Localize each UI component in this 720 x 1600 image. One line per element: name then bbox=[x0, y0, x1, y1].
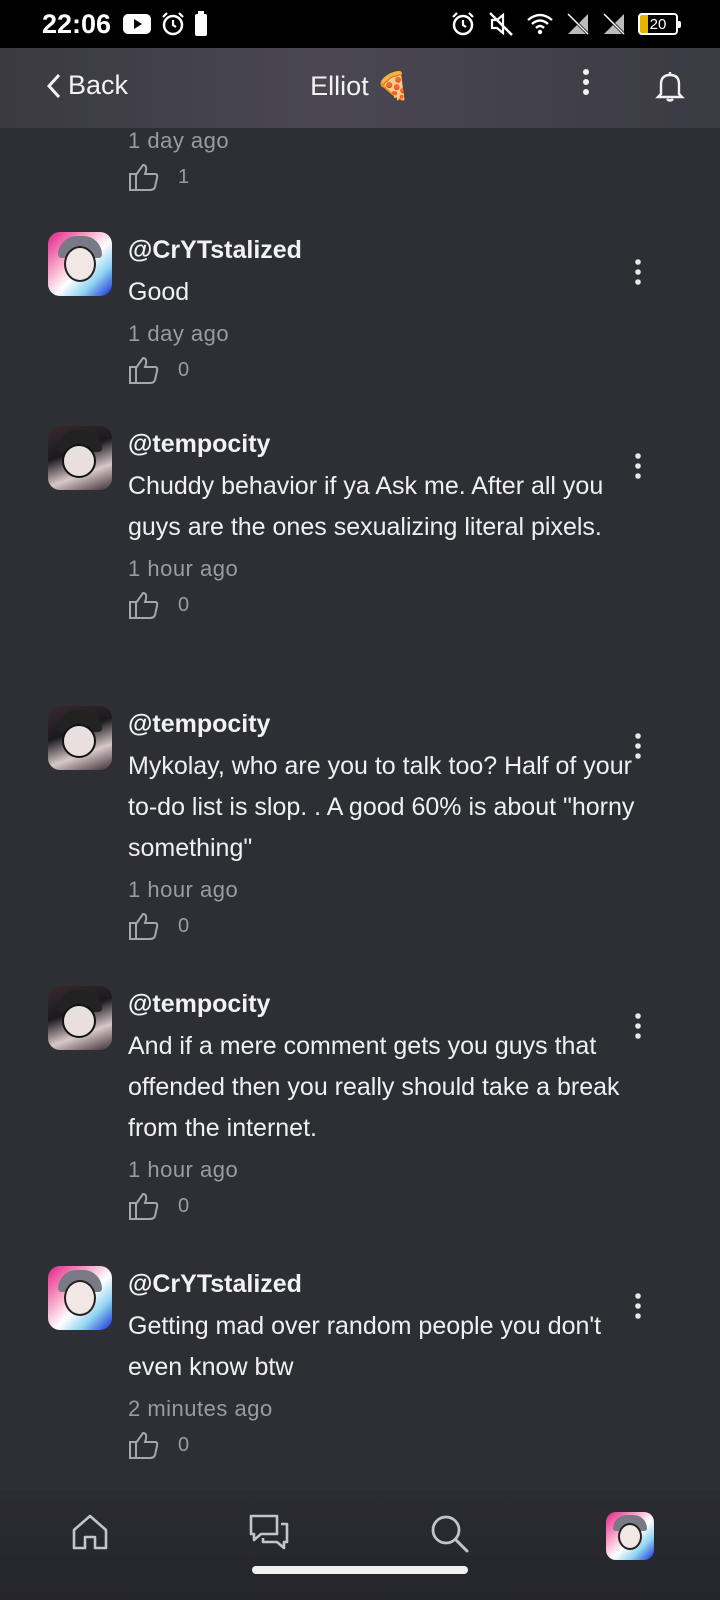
comment-username[interactable]: @tempocity bbox=[128, 986, 648, 1022]
mute-icon bbox=[489, 12, 513, 36]
search-icon bbox=[431, 1515, 469, 1553]
comment-more-button[interactable] bbox=[634, 258, 642, 291]
wifi-icon bbox=[527, 13, 553, 35]
comment-time: 1 day ago bbox=[128, 128, 230, 153]
avatar[interactable] bbox=[48, 232, 112, 296]
like-row: 0 bbox=[128, 590, 648, 620]
battery-alt-icon bbox=[195, 11, 207, 36]
bottom-navigation bbox=[0, 1490, 720, 1600]
more-options-button[interactable] bbox=[582, 68, 590, 103]
status-time: 22:06 bbox=[42, 9, 112, 39]
thumbs-up-icon[interactable] bbox=[128, 1191, 160, 1221]
comment-time: 2 minutes ago bbox=[128, 1396, 273, 1421]
nav-chat[interactable] bbox=[248, 1512, 290, 1557]
bell-icon bbox=[655, 72, 685, 102]
avatar[interactable] bbox=[48, 426, 112, 490]
like-count: 0 bbox=[178, 914, 190, 937]
comment-username[interactable]: @tempocity bbox=[128, 706, 648, 742]
thumbs-up-icon[interactable] bbox=[128, 590, 160, 620]
status-left-icons bbox=[122, 11, 208, 37]
comment-more-button[interactable] bbox=[634, 732, 642, 765]
avatar[interactable] bbox=[48, 706, 112, 770]
alarm-icon bbox=[162, 12, 184, 36]
comment-text: Chuddy behavior if ya Ask me. After all … bbox=[128, 472, 604, 541]
chat-icon bbox=[249, 1514, 289, 1550]
comment-more-button[interactable] bbox=[634, 1292, 642, 1325]
like-row: 0 bbox=[128, 911, 648, 941]
comment-text: Getting mad over random people you don't… bbox=[128, 1312, 602, 1381]
comment-time: 1 hour ago bbox=[128, 556, 239, 581]
status-right-icons: 20 bbox=[450, 11, 681, 37]
nav-home[interactable] bbox=[70, 1512, 110, 1557]
more-vertical-icon bbox=[635, 733, 641, 759]
comments-feed[interactable]: 1 day ago 1 @CrYTstalized Good 1 day ago… bbox=[0, 128, 720, 1490]
like-row: 0 bbox=[128, 1430, 648, 1460]
page-title: Elliot 🍕 bbox=[310, 71, 410, 101]
home-icon bbox=[72, 1514, 108, 1550]
comment-username[interactable]: @tempocity bbox=[128, 426, 648, 462]
status-bar: 22:06 20 bbox=[0, 0, 720, 48]
battery-icon: 20 bbox=[638, 13, 681, 35]
like-count: 0 bbox=[178, 358, 190, 381]
profile-avatar[interactable] bbox=[606, 1512, 654, 1560]
more-vertical-icon bbox=[635, 1013, 641, 1039]
comment-time: 1 hour ago bbox=[128, 1157, 239, 1182]
youtube-icon bbox=[123, 14, 151, 34]
comment-time: 1 day ago bbox=[128, 321, 230, 346]
thumbs-up-icon[interactable] bbox=[128, 1430, 160, 1460]
notification-bell-button[interactable] bbox=[655, 70, 685, 107]
comment-more-button[interactable] bbox=[634, 1012, 642, 1045]
like-count: 0 bbox=[178, 593, 190, 616]
alarm-icon bbox=[452, 12, 474, 36]
more-vertical-icon bbox=[635, 1293, 641, 1319]
like-row: 0 bbox=[128, 355, 648, 385]
comment-text: Mykolay, who are you to talk too? Half o… bbox=[128, 752, 635, 862]
more-vertical-icon bbox=[583, 69, 589, 95]
like-row: 0 bbox=[128, 1191, 648, 1221]
more-vertical-icon bbox=[635, 453, 641, 479]
comment-time: 1 hour ago bbox=[128, 877, 239, 902]
nav-search[interactable] bbox=[428, 1512, 470, 1559]
top-app-bar: Back Elliot 🍕 bbox=[0, 48, 720, 128]
comment-more-button[interactable] bbox=[634, 452, 642, 485]
like-count: 1 bbox=[178, 165, 190, 188]
like-count: 0 bbox=[178, 1433, 190, 1456]
no-signal-icon bbox=[602, 12, 626, 36]
comment-text: Good bbox=[128, 278, 190, 306]
like-row: 1 bbox=[128, 162, 648, 192]
thumbs-up-icon[interactable] bbox=[128, 355, 160, 385]
thumbs-up-icon[interactable] bbox=[128, 162, 160, 192]
avatar[interactable] bbox=[48, 986, 112, 1050]
home-indicator[interactable] bbox=[252, 1566, 468, 1574]
no-signal-icon bbox=[566, 12, 590, 36]
more-vertical-icon bbox=[635, 259, 641, 285]
thumbs-up-icon[interactable] bbox=[128, 911, 160, 941]
avatar[interactable] bbox=[48, 1266, 112, 1330]
comment-username[interactable]: @CrYTstalized bbox=[128, 1266, 648, 1302]
comment-username[interactable]: @CrYTstalized bbox=[128, 232, 648, 268]
comment-text: And if a mere comment gets you guys that… bbox=[128, 1032, 620, 1142]
like-count: 0 bbox=[178, 1194, 190, 1217]
